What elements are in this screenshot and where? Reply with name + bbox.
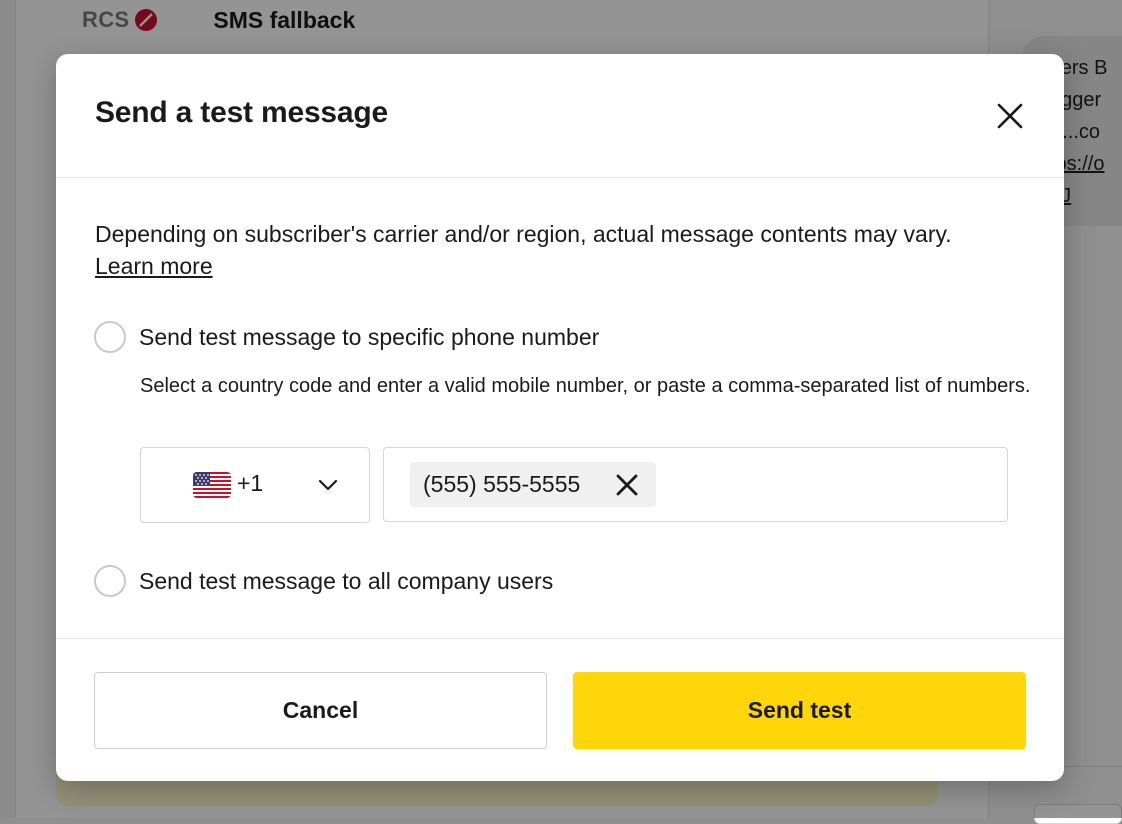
learn-more-link[interactable]: Learn more	[95, 253, 213, 279]
phone-number-input[interactable]: (555) 555-5555	[383, 447, 1008, 522]
description-text: Depending on subscriber's carrier and/or…	[95, 221, 952, 247]
option-all-company-users-label: Send test message to all company users	[139, 567, 554, 594]
option-specific-number[interactable]: Send test message to specific phone numb…	[94, 321, 599, 353]
option-specific-number-label: Send test message to specific phone numb…	[139, 323, 600, 350]
chevron-down-icon	[317, 474, 339, 496]
phone-chip: (555) 555-5555	[410, 462, 656, 507]
country-code-select[interactable]: +1	[140, 447, 370, 523]
send-test-button[interactable]: Send test	[573, 672, 1026, 749]
radio-specific-number[interactable]	[94, 321, 126, 353]
modal-body: Depending on subscriber's carrier and/or…	[56, 178, 1064, 638]
modal-title: Send a test message	[95, 96, 389, 129]
description: Depending on subscriber's carrier and/or…	[95, 218, 1005, 282]
close-icon	[997, 103, 1023, 129]
option-all-company-users[interactable]: Send test message to all company users	[94, 565, 553, 597]
modal-header: Send a test message	[56, 54, 1064, 178]
remove-number-button[interactable]	[614, 472, 640, 498]
send-test-modal: Send a test message Depending on subscri…	[56, 54, 1064, 781]
cancel-button[interactable]: Cancel	[94, 672, 547, 749]
us-flag-icon	[193, 472, 231, 498]
phone-chip-text: (555) 555-5555	[423, 471, 581, 497]
close-button[interactable]	[992, 98, 1028, 134]
close-icon	[616, 474, 638, 496]
phone-hint: Select a country code and enter a valid …	[140, 375, 1031, 397]
radio-all-company-users[interactable]	[94, 565, 126, 597]
modal-footer: Cancel Send test	[56, 638, 1064, 781]
dial-code: +1	[237, 470, 264, 496]
